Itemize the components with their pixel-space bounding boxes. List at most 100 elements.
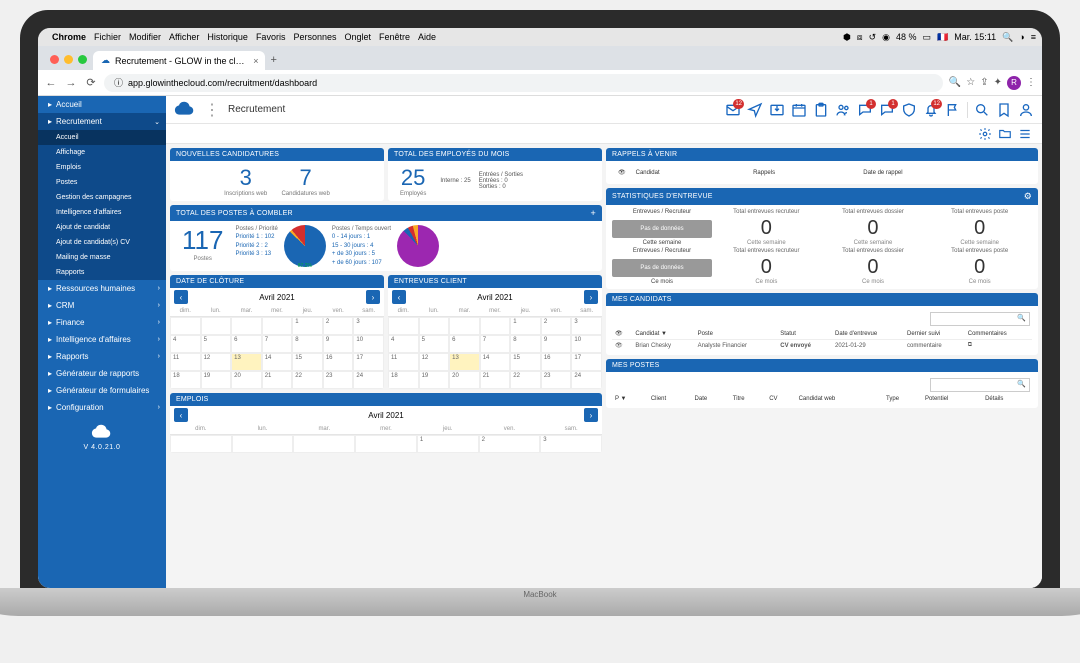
window-minimize-button[interactable] <box>64 55 73 64</box>
calendar-cell[interactable]: 22 <box>510 371 541 389</box>
control-center-icon[interactable]: ◑ <box>1019 32 1024 42</box>
sidebar-subitem-affichage[interactable]: Affichage <box>38 145 166 160</box>
calendar-cell[interactable]: 19 <box>201 371 232 389</box>
calendar-cell[interactable] <box>419 317 450 335</box>
table-row[interactable]: 👁 Brian Chesky Analyste Financier CV env… <box>612 340 1032 352</box>
sidebar-item-gen-rapports[interactable]: ▸ Générateur de rapports <box>38 365 166 382</box>
sidebar-item-rh[interactable]: ▸ Ressources humaines› <box>38 280 166 297</box>
sidebar-subitem-campagnes[interactable]: Gestion des campagnes <box>38 190 166 205</box>
calendar-cell[interactable] <box>170 435 232 453</box>
calendar-next-button[interactable]: › <box>584 290 598 304</box>
calendar-cell[interactable] <box>355 435 417 453</box>
sidebar-subitem-accueil[interactable]: Accueil <box>38 130 166 145</box>
calendar-cell[interactable]: 13 <box>231 353 262 371</box>
flag-icon[interactable] <box>945 102 961 118</box>
search-icon[interactable] <box>974 102 990 118</box>
reload-button[interactable]: ⟳ <box>84 76 98 89</box>
col-header[interactable]: Candidat <box>632 167 747 178</box>
calendar-cell[interactable]: 5 <box>419 335 450 353</box>
wifi-icon[interactable]: ◉ <box>882 32 890 43</box>
notifications-icon[interactable]: ≡ <box>1031 32 1036 42</box>
calendar-prev-button[interactable]: ‹ <box>174 290 188 304</box>
calendar-cell[interactable]: 24 <box>571 371 602 389</box>
col-header[interactable]: Date de rappel <box>859 167 1030 178</box>
col-header[interactable]: Statut <box>777 328 832 340</box>
calendar-cell[interactable]: 11 <box>388 353 419 371</box>
col-header[interactable]: P ▼ <box>612 394 648 404</box>
calendar-cell[interactable]: 3 <box>353 317 384 335</box>
search-input[interactable] <box>930 378 1030 392</box>
chrome-menu-icon[interactable]: ⋮ <box>1026 77 1036 88</box>
calendar-cell[interactable]: 3 <box>571 317 602 335</box>
inbox-icon[interactable] <box>769 102 785 118</box>
calendar-cell[interactable]: 6 <box>231 335 262 353</box>
menu-item[interactable]: Personnes <box>293 32 336 42</box>
sidebar-item-accueil[interactable]: ▸ Accueil <box>38 96 166 113</box>
calendar-cell[interactable] <box>170 317 201 335</box>
sidebar-subitem-emplois[interactable]: Emplois <box>38 160 166 175</box>
bookmark-flag-icon[interactable] <box>996 102 1012 118</box>
site-info-icon[interactable]: ⓘ <box>114 76 123 89</box>
calendar-cell[interactable] <box>231 317 262 335</box>
gear-icon[interactable] <box>978 127 992 141</box>
calendar-cell[interactable]: 20 <box>231 371 262 389</box>
sidebar-subitem-rapports[interactable]: Rapports <box>38 265 166 280</box>
col-header[interactable]: Détails <box>982 394 1032 404</box>
profile-avatar[interactable]: R <box>1007 76 1021 90</box>
back-button[interactable]: ← <box>44 77 58 89</box>
col-header[interactable]: Commentaires <box>965 328 1032 340</box>
calendar-cell[interactable] <box>232 435 294 453</box>
calendar-cell[interactable]: 2 <box>323 317 354 335</box>
window-maximize-button[interactable] <box>78 55 87 64</box>
sidebar-item-gen-form[interactable]: ▸ Générateur de formulaires <box>38 382 166 399</box>
mail-icon[interactable]: 12 <box>725 102 741 118</box>
sidebar-subitem-bi[interactable]: Intelligence d'affaires <box>38 205 166 220</box>
folder-icon[interactable] <box>998 127 1012 141</box>
star-icon[interactable]: ☆ <box>966 77 975 88</box>
col-header[interactable]: Candidat web <box>796 394 883 404</box>
sidebar-item-bi2[interactable]: ▸ Intelligence d'affaires› <box>38 331 166 348</box>
sidebar-subitem-postes[interactable]: Postes <box>38 175 166 190</box>
calendar-cell[interactable] <box>201 317 232 335</box>
calendar-cell[interactable] <box>262 317 293 335</box>
calendar-cell[interactable] <box>480 317 511 335</box>
col-header[interactable]: Type <box>883 394 922 404</box>
calendar-cell[interactable]: 1 <box>417 435 479 453</box>
calendar-cell[interactable]: 7 <box>480 335 511 353</box>
chat-icon[interactable]: 1 <box>879 102 895 118</box>
calendar-cell[interactable]: 14 <box>480 353 511 371</box>
calendar-prev-button[interactable]: ‹ <box>174 408 188 422</box>
calendar-cell[interactable]: 21 <box>262 371 293 389</box>
calendar-cell[interactable]: 12 <box>419 353 450 371</box>
eye-icon[interactable]: 👁 <box>618 170 626 176</box>
calendar-cell[interactable]: 9 <box>541 335 572 353</box>
sidebar-subitem-mailing[interactable]: Mailing de masse <box>38 250 166 265</box>
input-flag-icon[interactable]: 🇫🇷 <box>937 32 948 43</box>
calendar-cell[interactable] <box>449 317 480 335</box>
calendar-cell[interactable]: 10 <box>571 335 602 353</box>
sidebar-item-config[interactable]: ▸ Configuration› <box>38 399 166 416</box>
menu-item[interactable]: Favoris <box>256 32 286 42</box>
browser-tab[interactable]: ☁ Recrutement - GLOW in the cl… × <box>93 51 265 70</box>
user-icon[interactable] <box>1018 102 1034 118</box>
menu-item[interactable]: Aide <box>418 32 436 42</box>
col-header[interactable]: Candidat ▼ <box>632 328 694 340</box>
calendar-cell[interactable]: 1 <box>510 317 541 335</box>
col-header[interactable]: Dernier suivi <box>904 328 965 340</box>
calendar-cell[interactable]: 8 <box>510 335 541 353</box>
menu-item[interactable]: Fenêtre <box>379 32 410 42</box>
shield-icon[interactable] <box>901 102 917 118</box>
calendar-cell[interactable] <box>293 435 355 453</box>
calendar-cell[interactable]: 24 <box>353 371 384 389</box>
calendar-cell[interactable]: 13 <box>449 353 480 371</box>
sidebar-item-finance[interactable]: ▸ Finance› <box>38 314 166 331</box>
calendar-cell[interactable]: 11 <box>170 353 201 371</box>
calendar-cell[interactable]: 18 <box>388 371 419 389</box>
calendar-cell[interactable]: 17 <box>571 353 602 371</box>
col-header[interactable]: Rappels <box>749 167 857 178</box>
new-tab-button[interactable]: + <box>265 50 283 70</box>
comment-icon[interactable]: 1 <box>857 102 873 118</box>
calendar-cell[interactable]: 22 <box>292 371 323 389</box>
menu-item[interactable]: Afficher <box>169 32 199 42</box>
calendar-next-button[interactable]: › <box>366 290 380 304</box>
